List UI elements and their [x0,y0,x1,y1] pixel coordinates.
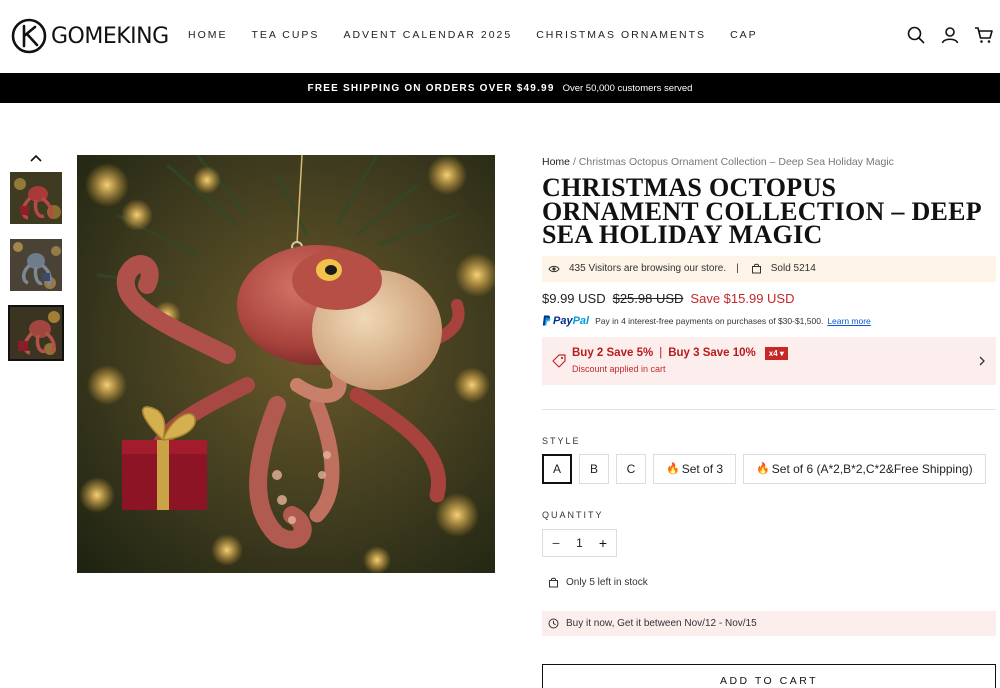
style-option-label: Set of 6 (A*2,B*2,C*2&Free Shipping) [771,461,973,476]
breadcrumb-separator: / [572,156,576,168]
nav-cap[interactable]: CAP [730,29,758,41]
shopping-bag-icon [751,263,761,274]
savings-amount: Save $15.99 USD [690,290,795,306]
product-thumbnail-2[interactable] [10,239,62,291]
sold-count: Sold 5214 [770,263,816,274]
eye-icon [548,265,560,272]
current-price: $9.99 USD [542,290,606,306]
product-title: Christmas Octopus Ornament Collection – … [542,173,981,249]
nav-home[interactable]: HOME [188,29,228,41]
announcement-bar: FREE SHIPPING ON ORDERS OVER $49.99 Over… [0,73,1000,103]
stock-text: Only 5 left in stock [566,576,648,588]
main-nav: HOME TEA CUPS ADVENT CALENDAR 2025 CHRIS… [188,29,782,41]
quantity-decrease-button[interactable]: − [549,535,563,551]
style-options: A B C 🔥 Set of 3 🔥 Set of 6 (A*2,B*2,C*2… [542,453,996,484]
header-icons [906,25,994,45]
divider [542,408,996,410]
style-option-b[interactable]: B [579,453,609,484]
discount-note: Discount applied in cart [572,363,666,374]
price-row: $9.99 USD $25.98 USD Save $15.99 USD [542,291,996,306]
fire-icon: 🔥 [756,463,770,475]
style-option-set-of-6[interactable]: 🔥 Set of 6 (A*2,B*2,C*2&Free Shipping) [743,453,986,484]
paypal-learn-more-link[interactable]: Learn more [827,316,870,326]
account-icon[interactable] [940,25,960,45]
visitors-count: 435 Visitors are browsing our store. [569,263,727,274]
brand-name: GOMEKING [51,23,169,49]
breadcrumb-home[interactable]: Home [542,156,570,168]
product-info: Home / Christmas Octopus Ornament Collec… [542,156,996,636]
bundle-discount-banner[interactable]: Buy 2 Save 5% | Buy 3 Save 10% x4 ▾ Disc… [542,336,996,385]
offer-more-badge[interactable]: x4 ▾ [764,346,788,360]
quantity-stepper: − 1 + [542,528,617,557]
thumbnail-image [10,239,62,291]
quantity-increase-button[interactable]: + [596,535,610,551]
offer-buy-2: Buy 2 Save 5% [572,347,654,359]
nav-advent-calendar[interactable]: ADVENT CALENDAR 2025 [343,29,512,41]
announcement-customers: Over 50,000 customers served [562,82,693,94]
nav-tea-cups[interactable]: TEA CUPS [252,29,320,41]
add-to-cart-button[interactable]: ADD TO CART [542,664,996,688]
price-tag-icon [552,353,566,368]
breadcrumb-current: Christmas Octopus Ornament Collection – … [578,156,894,168]
quantity-value[interactable]: 1 [576,536,583,550]
compare-price: $25.98 USD [612,290,684,306]
shopping-bag-icon [549,577,558,587]
breadcrumb: Home / Christmas Octopus Ornament Collec… [542,156,996,168]
octopus-ornament-image [77,155,495,573]
paypal-message: Pay Pal Pay in 4 interest-free payments o… [542,315,996,327]
brand-logo[interactable]: GOMEKING [11,18,169,54]
quantity-label: QUANTITY [542,509,604,520]
clock-icon [548,618,559,628]
thumbnail-image [10,307,62,359]
style-option-a[interactable]: A [542,453,572,484]
delivery-text: Buy it now, Get it between Nov/12 - Nov/… [566,617,757,629]
nav-christmas-ornaments[interactable]: CHRISTMAS ORNAMENTS [536,29,706,41]
cart-icon[interactable] [974,25,994,45]
style-label: STYLE [542,435,581,446]
announcement-shipping: FREE SHIPPING ON ORDERS OVER $49.99 [307,82,555,94]
paypal-logo-pay: Pay [553,314,573,327]
main-product-image[interactable] [77,155,495,573]
logo-mark-icon [11,18,47,54]
paypal-icon [542,315,551,326]
style-option-label: Set of 3 [681,461,724,476]
paypal-text: Pay in 4 interest-free payments on purch… [595,315,824,326]
thumbnail-image [10,172,62,224]
site-header: GOMEKING HOME TEA CUPS ADVENT CALENDAR 2… [0,0,1000,73]
product-thumbnail-3[interactable] [8,305,64,361]
visitors-bar: 435 Visitors are browsing our store. | S… [542,255,996,282]
style-option-c[interactable]: C [616,453,646,484]
paypal-logo-pal: Pal [572,314,590,327]
search-icon[interactable] [906,25,926,45]
bundle-offers: Buy 2 Save 5% | Buy 3 Save 10% x4 ▾ [572,346,788,360]
stock-notice: Only 5 left in stock [542,577,996,588]
chevron-right-icon[interactable] [978,355,986,367]
thumbnail-up-chevron-icon[interactable] [29,153,43,163]
product-thumbnail-1[interactable] [10,172,62,224]
offer-divider: | [659,347,663,359]
offer-buy-3: Buy 3 Save 10% [668,347,756,359]
paypal-logo: Pay Pal [542,315,589,327]
delivery-estimate: Buy it now, Get it between Nov/12 - Nov/… [542,610,996,636]
fire-icon: 🔥 [666,463,680,475]
visitors-separator: | [736,263,739,274]
style-option-set-of-3[interactable]: 🔥 Set of 3 [653,453,737,484]
